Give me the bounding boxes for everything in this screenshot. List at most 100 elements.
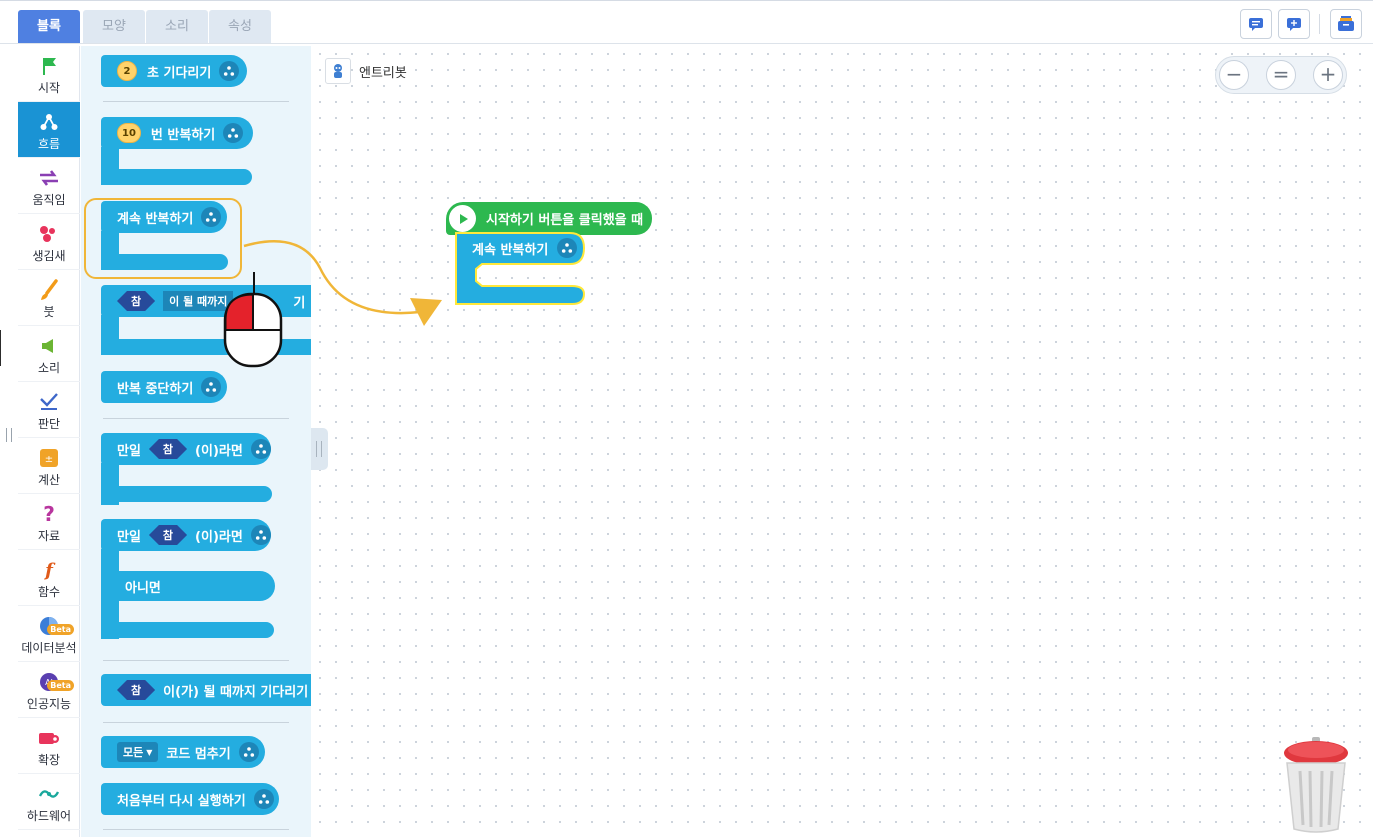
comment-icon bbox=[1249, 18, 1263, 31]
zoom-reset-button[interactable]: = bbox=[1266, 60, 1296, 90]
trash-icon[interactable] bbox=[1280, 737, 1352, 833]
flow-icon bbox=[250, 525, 271, 545]
hardware-icon bbox=[38, 783, 60, 805]
add-comment-icon bbox=[1287, 18, 1301, 31]
play-icon bbox=[449, 205, 476, 232]
zoom-controls: − = + bbox=[1215, 56, 1347, 94]
object-name: 엔트리봇 bbox=[359, 65, 407, 81]
left-panel-grip-icon[interactable] bbox=[6, 428, 12, 442]
tab-sounds[interactable]: 소리 bbox=[146, 10, 208, 43]
category-label: 하드웨어 bbox=[26, 809, 72, 823]
toolbar-divider bbox=[1319, 14, 1320, 34]
category-start[interactable]: 시작 bbox=[18, 46, 80, 102]
ai-icon: AIBeta bbox=[38, 671, 74, 693]
category-label: 확장 bbox=[37, 753, 61, 767]
flag-icon bbox=[38, 55, 60, 77]
tab-properties[interactable]: 속성 bbox=[209, 10, 271, 43]
beta-badge: Beta bbox=[47, 624, 74, 635]
category-judgement[interactable]: 판단 bbox=[18, 382, 80, 438]
block-text: 이(가) 될 때까지 기다리기 bbox=[163, 684, 309, 700]
check-icon bbox=[38, 391, 60, 413]
block-if-else[interactable]: 만일 참 (이)라면 bbox=[101, 519, 271, 551]
divider bbox=[103, 418, 289, 419]
block-wait-seconds[interactable]: 2 초 기다리기 bbox=[101, 55, 247, 87]
category-sound[interactable]: 소리 bbox=[18, 326, 80, 382]
zoom-in-button[interactable]: + bbox=[1313, 60, 1343, 90]
calculator-icon: ± bbox=[38, 447, 60, 469]
block-break-loop[interactable]: 반복 중단하기 bbox=[101, 371, 227, 403]
palette-resize-handle[interactable] bbox=[311, 428, 328, 470]
pie-chart-icon: Beta bbox=[38, 615, 74, 637]
flow-icon bbox=[38, 111, 60, 133]
divider bbox=[103, 101, 289, 102]
block-wait-until[interactable]: 참 이(가) 될 때까지 기다리기 bbox=[101, 674, 311, 706]
divider bbox=[103, 829, 289, 830]
question-icon: ? bbox=[43, 502, 55, 526]
category-data-analysis[interactable]: Beta 데이터분석 bbox=[18, 606, 80, 662]
top-tab-bar: 블록 모양 소리 속성 bbox=[0, 0, 1373, 44]
block-c-foot bbox=[101, 169, 252, 185]
tab-shapes[interactable]: 모양 bbox=[83, 10, 145, 43]
block-restart[interactable]: 처음부터 다시 실행하기 bbox=[101, 783, 279, 815]
block-c-foot bbox=[101, 486, 272, 502]
boolean-chip[interactable]: 참 bbox=[149, 439, 187, 459]
add-comment-button[interactable] bbox=[1278, 9, 1310, 39]
category-label: 데이터분석 bbox=[21, 641, 77, 655]
comment-button[interactable] bbox=[1240, 9, 1272, 39]
block-text: 초 기다리기 bbox=[147, 65, 212, 81]
grip-icon bbox=[316, 441, 322, 457]
category-label: 계산 bbox=[37, 473, 61, 487]
block-palette: 2 초 기다리기 10 번 반복하기 계속 반복하기 참 이 될 때까지 기 반… bbox=[81, 46, 311, 837]
divider bbox=[103, 722, 289, 723]
current-object: 엔트리봇 bbox=[325, 58, 407, 84]
category-sidebar: 시작 흐름 움직임 생김새 붓 소리 판단 ± 계산 ? 자료 f 함수 Bet… bbox=[18, 46, 80, 837]
category-function[interactable]: f 함수 bbox=[18, 550, 80, 606]
category-flow[interactable]: 흐름 bbox=[18, 102, 80, 158]
tab-blocks[interactable]: 블록 bbox=[18, 10, 80, 43]
number-input[interactable]: 10 bbox=[117, 123, 141, 143]
block-repeat-n[interactable]: 10 번 반복하기 bbox=[101, 117, 253, 149]
category-calculation[interactable]: ± 계산 bbox=[18, 438, 80, 494]
dropdown-value: 모든 bbox=[123, 746, 144, 759]
category-label: 움직임 bbox=[32, 193, 66, 207]
divider bbox=[103, 660, 289, 661]
category-label: 판단 bbox=[37, 417, 61, 431]
flow-icon bbox=[223, 123, 244, 143]
block-text: 처음부터 다시 실행하기 bbox=[117, 793, 246, 809]
category-ai[interactable]: AIBeta 인공지능 bbox=[18, 662, 80, 718]
category-label: 함수 bbox=[37, 585, 61, 599]
brush-icon bbox=[38, 279, 60, 301]
svg-text:±: ± bbox=[45, 454, 53, 465]
extension-icon bbox=[38, 727, 60, 749]
flow-icon bbox=[250, 439, 271, 459]
category-movement[interactable]: 움직임 bbox=[18, 158, 80, 214]
flow-icon bbox=[253, 789, 274, 809]
block-text: 시작하기 버튼을 클릭했을 때 bbox=[486, 213, 644, 228]
category-label: 인공지능 bbox=[26, 697, 72, 711]
block-text: (이)라면 bbox=[195, 443, 243, 459]
script-workspace[interactable] bbox=[312, 46, 1373, 837]
boolean-chip[interactable]: 참 bbox=[149, 525, 187, 545]
category-label: 흐름 bbox=[37, 137, 61, 151]
speaker-icon bbox=[38, 335, 60, 357]
scope-dropdown[interactable]: 모든 ▼ bbox=[117, 742, 159, 762]
category-extension[interactable]: 확장 bbox=[18, 718, 80, 774]
boolean-chip[interactable]: 참 bbox=[117, 291, 155, 311]
beta-badge: Beta bbox=[47, 680, 74, 691]
block-text: 번 반복하기 bbox=[150, 127, 216, 143]
zoom-out-button[interactable]: − bbox=[1219, 60, 1249, 90]
block-if-then[interactable]: 만일 참 (이)라면 bbox=[101, 433, 271, 465]
object-thumbnail-icon bbox=[325, 58, 351, 84]
left-edge-marker bbox=[0, 330, 1, 366]
category-label: 생김새 bbox=[32, 249, 66, 263]
boolean-chip[interactable]: 참 bbox=[117, 680, 155, 700]
category-looks[interactable]: 생김새 bbox=[18, 214, 80, 270]
looks-icon bbox=[38, 223, 60, 245]
category-hardware[interactable]: 하드웨어 bbox=[18, 774, 80, 830]
category-data[interactable]: ? 자료 bbox=[18, 494, 80, 550]
category-brush[interactable]: 붓 bbox=[18, 270, 80, 326]
block-stop-code[interactable]: 모든 ▼ 코드 멈추기 bbox=[101, 736, 265, 768]
storage-button[interactable] bbox=[1330, 9, 1362, 39]
number-input[interactable]: 2 bbox=[117, 61, 137, 81]
category-label: 소리 bbox=[37, 361, 61, 375]
